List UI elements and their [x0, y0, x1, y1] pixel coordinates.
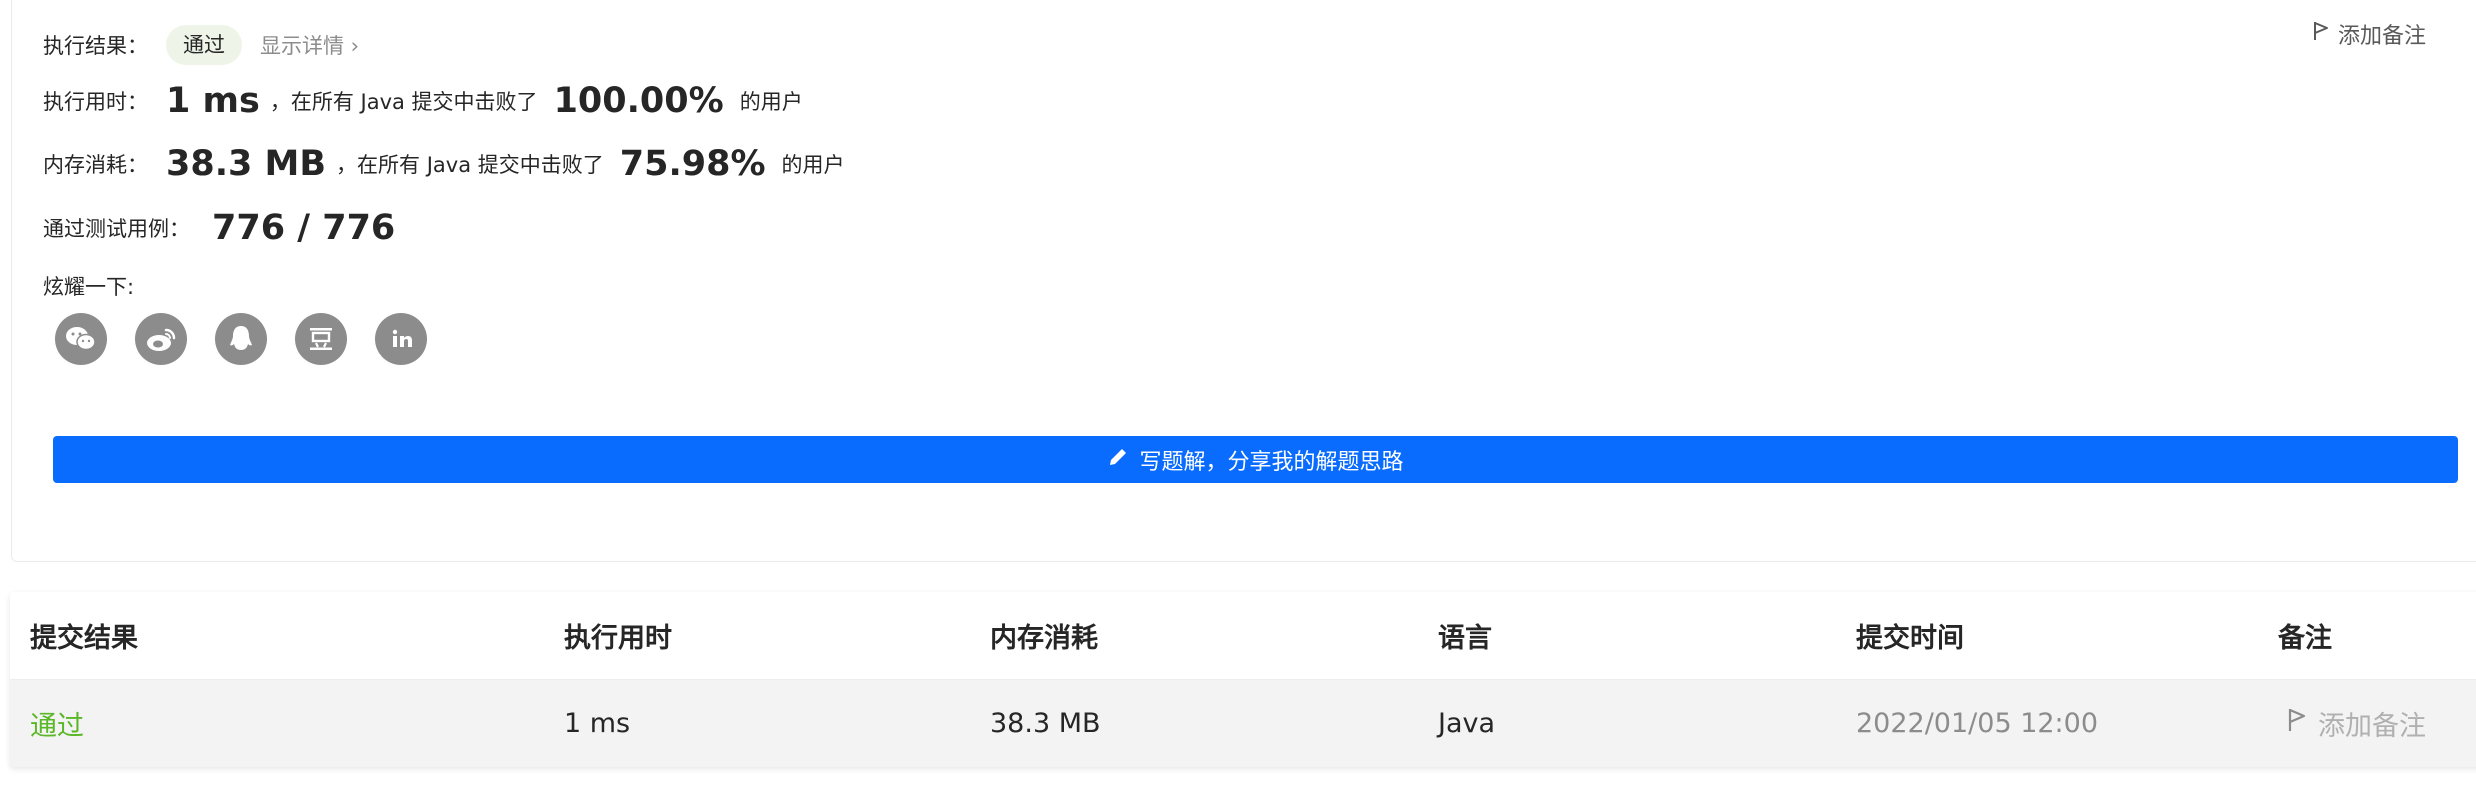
memory-prefix: ，在所有 Java 提交中击败了 — [336, 153, 604, 177]
header-language: 语言 — [1438, 623, 1492, 654]
runtime-row: 执行用时： 1 ms ，在所有 Java 提交中击败了 100.00% 的用户 — [43, 79, 803, 123]
runtime-percent: 100.00% — [553, 81, 724, 121]
memory-suffix: 的用户 — [781, 153, 845, 177]
testcases-value: 776 / 776 — [212, 208, 396, 248]
row-runtime: 1 ms — [564, 708, 631, 739]
share-label: 炫耀一下: — [43, 275, 135, 299]
header-note: 备注 — [2278, 623, 2332, 654]
row-language: Java — [1438, 708, 1496, 739]
weibo-icon[interactable] — [135, 313, 187, 365]
write-solution-label: 写题解，分享我的解题思路 — [1139, 449, 1404, 475]
result-card: 执行结果： 通过 显示详情 › 添加备注 执行用时： 1 ms ，在所有 Jav… — [11, 0, 2476, 562]
flag-icon — [2312, 20, 2330, 48]
memory-percent: 75.98% — [619, 144, 766, 184]
row-memory: 38.3 MB — [990, 708, 1101, 739]
runtime-label: 执行用时： — [43, 90, 148, 114]
table-header: 提交结果 执行用时 内存消耗 语言 提交时间 备注 — [10, 592, 2476, 680]
share-row: 炫耀一下: — [43, 270, 134, 302]
row-submit-time: 2022/01/05 12:00 — [1856, 708, 2099, 739]
header-result: 提交结果 — [30, 623, 138, 654]
row-result-link[interactable]: 通过 — [30, 680, 84, 767]
runtime-suffix: 的用户 — [739, 90, 803, 114]
header-runtime: 执行用时 — [564, 623, 672, 654]
header-submit-time: 提交时间 — [1856, 623, 1964, 654]
row-add-note-button[interactable]: 添加备注 — [2286, 680, 2426, 767]
runtime-value: 1 ms — [166, 81, 260, 121]
testcases-row: 通过测试用例： 776 / 776 — [43, 206, 395, 250]
wechat-icon[interactable] — [55, 313, 107, 365]
add-note-button[interactable]: 添加备注 — [2312, 18, 2426, 50]
douban-icon[interactable] — [295, 313, 347, 365]
row-add-note-label: 添加备注 — [2318, 711, 2426, 742]
share-icons — [55, 313, 427, 365]
testcases-label: 通过测试用例： — [43, 217, 190, 241]
linkedin-icon[interactable] — [375, 313, 427, 365]
qq-icon[interactable] — [215, 313, 267, 365]
result-row: 执行结果： 通过 显示详情 › — [43, 25, 359, 65]
status-badge: 通过 — [166, 25, 242, 65]
show-details-link[interactable]: 显示详情 › — [260, 30, 359, 60]
pencil-icon — [1107, 446, 1129, 474]
memory-row: 内存消耗： 38.3 MB ，在所有 Java 提交中击败了 75.98% 的用… — [43, 142, 845, 186]
result-label: 执行结果： — [43, 34, 148, 58]
memory-label: 内存消耗： — [43, 153, 148, 177]
memory-value: 38.3 MB — [166, 144, 327, 184]
submissions-table: 提交结果 执行用时 内存消耗 语言 提交时间 备注 通过 1 ms 38.3 M… — [10, 592, 2476, 767]
flag-icon — [2286, 706, 2308, 741]
write-solution-button[interactable]: 写题解，分享我的解题思路 — [53, 436, 2458, 483]
runtime-prefix: ，在所有 Java 提交中击败了 — [269, 90, 538, 114]
table-row[interactable]: 通过 1 ms 38.3 MB Java 2022/01/05 12:00 添加… — [10, 680, 2476, 767]
header-memory: 内存消耗 — [990, 623, 1098, 654]
add-note-label: 添加备注 — [2337, 24, 2426, 49]
